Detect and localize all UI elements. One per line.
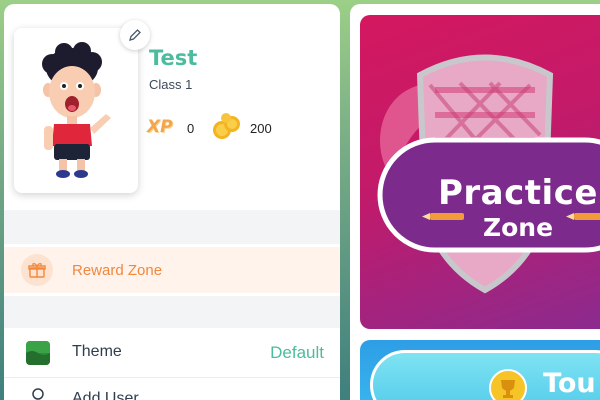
xp-value: 0	[187, 121, 195, 136]
profile-class: Class 1	[149, 77, 193, 92]
profile-name: Test	[149, 46, 198, 70]
coins-icon	[213, 113, 240, 139]
edit-profile-button[interactable]	[120, 20, 150, 50]
landscape-icon	[26, 341, 50, 365]
add-user-label: Add User	[72, 390, 139, 400]
tour-card-title: Tou	[543, 368, 596, 399]
pencil-icon	[129, 29, 141, 41]
trophy-icon	[489, 369, 527, 400]
xp-icon: XP	[147, 117, 173, 137]
add-user-icon	[32, 388, 44, 400]
theme-setting-item[interactable]: Theme Default	[4, 328, 340, 378]
shield-icon	[377, 54, 600, 294]
practice-zone-subtitle: Zone	[483, 213, 554, 242]
practice-zone-card[interactable]: Practice Zone	[360, 15, 600, 329]
zones-panel: Practice Zone Tou	[350, 4, 600, 400]
tour-card[interactable]: Tou	[360, 340, 600, 400]
theme-value: Default	[270, 343, 324, 362]
coins-value: 200	[250, 121, 272, 136]
boy-avatar-illustration	[42, 42, 111, 178]
section-divider	[4, 210, 340, 244]
reward-zone-item[interactable]: Reward Zone	[4, 247, 340, 293]
practice-zone-title: Practice	[438, 173, 598, 213]
reward-zone-label: Reward Zone	[72, 261, 163, 279]
add-user-item[interactable]: Add User	[4, 378, 340, 400]
theme-label: Theme	[72, 343, 122, 360]
avatar	[14, 28, 138, 193]
section-divider	[4, 296, 340, 328]
gift-icon	[21, 254, 53, 286]
profile-panel: Test Class 1 XP 0 200 Reward Zone Theme …	[4, 4, 340, 400]
